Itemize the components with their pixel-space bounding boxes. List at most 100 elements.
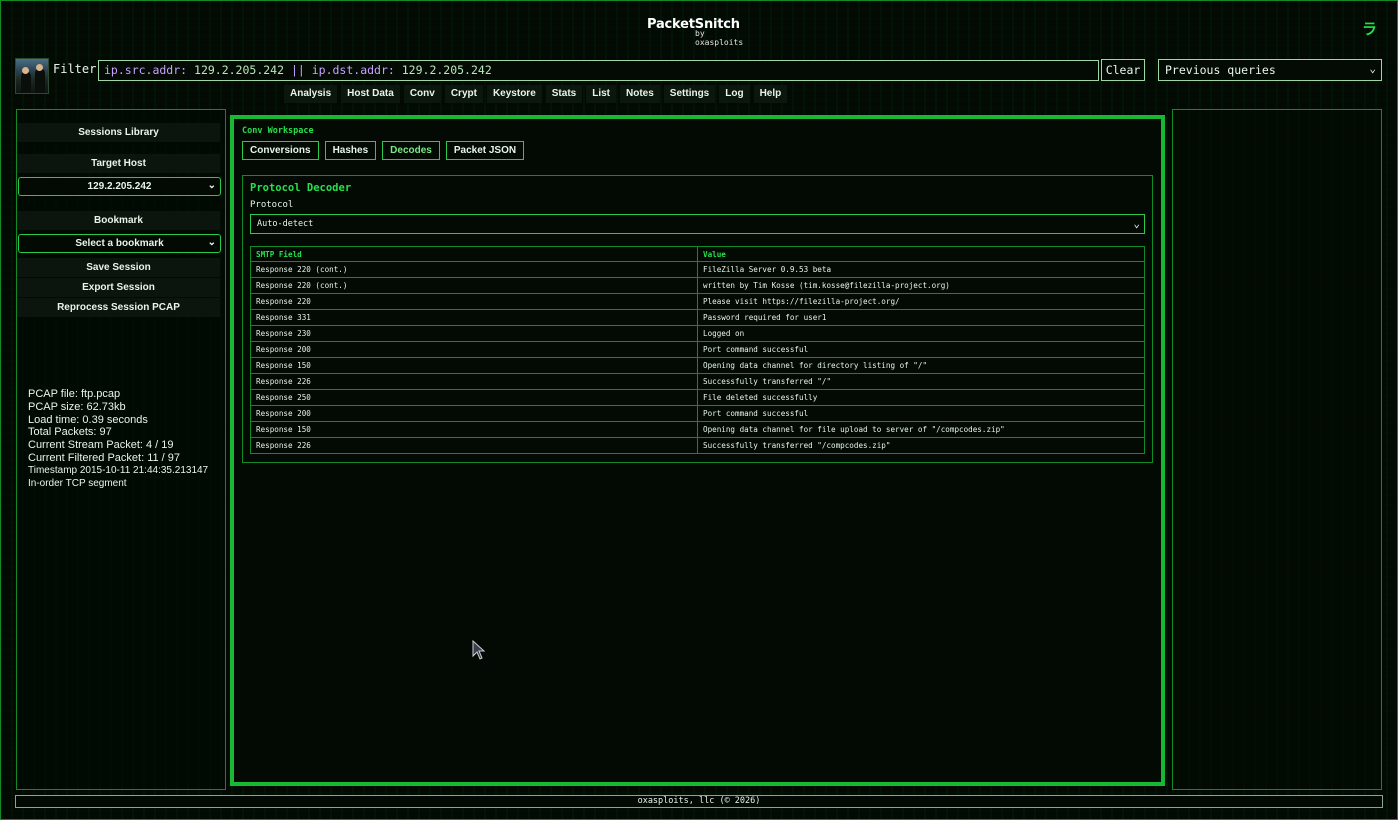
chevron-down-icon: ⌄ bbox=[207, 180, 216, 191]
filter-token: 129.2.205.242 bbox=[194, 63, 285, 77]
smtp-value-cell: Password required for user1 bbox=[697, 309, 1145, 326]
table-row: Response 250 File deleted successfully bbox=[250, 389, 1145, 406]
protocol-label: Protocol bbox=[250, 200, 294, 210]
filter-token: 129.2.205.242 bbox=[401, 63, 492, 77]
smtp-field-cell: Response 220 (cont.) bbox=[250, 261, 698, 278]
filter-token: ip.dst.addr: bbox=[311, 63, 402, 77]
nav-item-log[interactable]: Log bbox=[719, 85, 750, 103]
avatar bbox=[15, 58, 49, 94]
sessions-library-button[interactable]: Sessions Library bbox=[17, 123, 220, 142]
stat-pcap-size: PCAP size: 62.73kb bbox=[28, 400, 126, 413]
export-session-button[interactable]: Export Session bbox=[17, 278, 220, 297]
reprocess-pcap-button[interactable]: Reprocess Session PCAP bbox=[17, 298, 220, 317]
app-logo-subtitle: by oxasploits bbox=[695, 29, 744, 47]
workspace-title: Conv Workspace bbox=[242, 126, 314, 136]
smtp-value-cell: written by Tim Kosse (tim.kosse@filezill… bbox=[697, 277, 1145, 294]
tab-conversions[interactable]: Conversions bbox=[242, 141, 319, 160]
main-nav: Analysis Host Data Conv Crypt Keystore Stats L… bbox=[284, 85, 791, 103]
nav-item-settings[interactable]: Settings bbox=[663, 85, 716, 103]
column-header-field: SMTP Field bbox=[250, 246, 698, 262]
smtp-value-cell: File deleted successfully bbox=[697, 389, 1145, 406]
nav-item-list[interactable]: List bbox=[586, 85, 616, 103]
smtp-field-cell: Response 150 bbox=[250, 421, 698, 438]
table-row: Response 150 Opening data channel for fil… bbox=[250, 421, 1145, 438]
table-row: Response 226 Successfully transferred "/" bbox=[250, 373, 1145, 390]
decoder-title: Protocol Decoder bbox=[250, 182, 352, 194]
bookmark-select[interactable]: Select a bookmark ⌄ bbox=[18, 234, 221, 253]
smtp-field-cell: Response 226 bbox=[250, 437, 698, 454]
filter-token: || bbox=[284, 63, 312, 77]
smtp-field-cell: Response 220 bbox=[250, 293, 698, 310]
table-row: Response 220 (cont.) FileZilla Server 0.9… bbox=[250, 261, 1145, 278]
table-row: Response 226 Successfully transferred "/c… bbox=[250, 437, 1145, 454]
app-logo: PacketSnitch by oxasploits bbox=[647, 17, 757, 47]
chevron-down-icon: ⌄ bbox=[1133, 217, 1140, 230]
smtp-value-cell: Successfully transferred "/" bbox=[697, 373, 1145, 390]
mouse-cursor-icon bbox=[472, 640, 486, 660]
table-row: Response 220 Please visit https://filezil… bbox=[250, 293, 1145, 310]
previous-queries-label: Previous queries bbox=[1165, 63, 1276, 77]
protocol-decoder: Protocol Decoder Protocol Auto-detect ⌄ … bbox=[242, 175, 1153, 463]
smtp-field-cell: Response 250 bbox=[250, 389, 698, 406]
table-row: Response 150 Opening data channel for dir… bbox=[250, 357, 1145, 374]
table-header-row: SMTP Field Value bbox=[250, 246, 1145, 262]
nav-item-conv[interactable]: Conv bbox=[403, 85, 441, 103]
target-host-label: Target Host bbox=[17, 154, 220, 173]
column-header-value: Value bbox=[697, 246, 1145, 262]
stat-segment: In-order TCP segment bbox=[28, 477, 127, 489]
previous-queries-select[interactable]: Previous queries ⌄ bbox=[1158, 59, 1382, 81]
table-row: Response 200 Port command successful bbox=[250, 405, 1145, 422]
smtp-value-cell: Port command successful bbox=[697, 341, 1145, 358]
save-session-button[interactable]: Save Session bbox=[17, 258, 220, 277]
workspace-tabs: Conversions Hashes Decodes Packet JSON bbox=[242, 141, 530, 160]
smtp-field-cell: Response 230 bbox=[250, 325, 698, 342]
smtp-field-cell: Response 220 (cont.) bbox=[250, 277, 698, 294]
filter-token: ip.src.addr: bbox=[104, 63, 195, 77]
nav-item-notes[interactable]: Notes bbox=[620, 85, 660, 103]
tab-packet-json[interactable]: Packet JSON bbox=[445, 141, 525, 160]
stat-stream-packet: Current Stream Packet: 4 / 19 bbox=[28, 439, 174, 452]
stat-load-time: Load time: 0.39 seconds bbox=[28, 413, 148, 426]
smtp-field-cell: Response 200 bbox=[250, 405, 698, 422]
chevron-down-icon: ⌄ bbox=[1369, 62, 1376, 75]
nav-item-crypt[interactable]: Crypt bbox=[444, 85, 483, 103]
smtp-value-cell: Successfully transferred "/compcodes.zip… bbox=[697, 437, 1145, 454]
conv-workspace: Conv Workspace Conversions Hashes Decodes P… bbox=[230, 115, 1165, 786]
clear-button[interactable]: Clear bbox=[1101, 59, 1145, 81]
right-sidebar bbox=[1172, 109, 1382, 790]
nav-item-help[interactable]: Help bbox=[753, 85, 788, 103]
nav-item-host-data[interactable]: Host Data bbox=[341, 85, 400, 103]
smtp-field-cell: Response 331 bbox=[250, 309, 698, 326]
smtp-field-cell: Response 200 bbox=[250, 341, 698, 358]
tab-hashes[interactable]: Hashes bbox=[324, 141, 377, 160]
smtp-field-cell: Response 226 bbox=[250, 373, 698, 390]
filter-label: Filter bbox=[53, 62, 97, 76]
table-row: Response 230 Logged on bbox=[250, 325, 1145, 342]
nav-item-analysis[interactable]: Analysis bbox=[284, 85, 338, 103]
stat-timestamp: Timestamp 2015-10-11 21:44:35.213147 bbox=[28, 464, 209, 476]
smtp-table: SMTP Field Value Response 220 (cont.) Fil… bbox=[250, 246, 1145, 454]
table-row: Response 220 (cont.) written by Tim Kosse… bbox=[250, 277, 1145, 294]
left-sidebar: Sessions Library Target Host 129.2.205.2… bbox=[16, 109, 226, 790]
chevron-down-icon: ⌄ bbox=[207, 237, 216, 248]
tab-decodes[interactable]: Decodes bbox=[382, 141, 440, 160]
bookmark-label: Bookmark bbox=[17, 211, 220, 230]
nav-item-stats[interactable]: Stats bbox=[545, 85, 583, 103]
protocol-value: Auto-detect bbox=[257, 219, 314, 229]
nav-item-keystore[interactable]: Keystore bbox=[486, 85, 542, 103]
stat-pcap-file: PCAP file: ftp.pcap bbox=[28, 388, 121, 400]
target-host-select[interactable]: 129.2.205.242 ⌄ bbox=[18, 177, 221, 196]
bookmark-value: Select a bookmark bbox=[75, 238, 164, 249]
table-row: Response 200 Port command successful bbox=[250, 341, 1145, 358]
stat-total-packets: Total Packets: 97 bbox=[28, 426, 112, 439]
corner-glyph-icon[interactable]: ラ bbox=[1362, 18, 1377, 39]
pcap-stats: PCAP file: ftp.pcap PCAP size: 62.73kb L… bbox=[28, 388, 208, 490]
protocol-select[interactable]: Auto-detect ⌄ bbox=[250, 214, 1145, 234]
smtp-value-cell: Opening data channel for directory listi… bbox=[697, 357, 1145, 374]
smtp-value-cell: Logged on bbox=[697, 325, 1145, 342]
table-row: Response 331 Password required for user1 bbox=[250, 309, 1145, 326]
smtp-value-cell: Opening data channel for file upload to … bbox=[697, 421, 1145, 438]
filter-input[interactable]: ip.src.addr: 129.2.205.242 || ip.dst.add… bbox=[98, 60, 1099, 81]
smtp-value-cell: Port command successful bbox=[697, 405, 1145, 422]
smtp-value-cell: Please visit https://filezilla-project.o… bbox=[697, 293, 1145, 310]
